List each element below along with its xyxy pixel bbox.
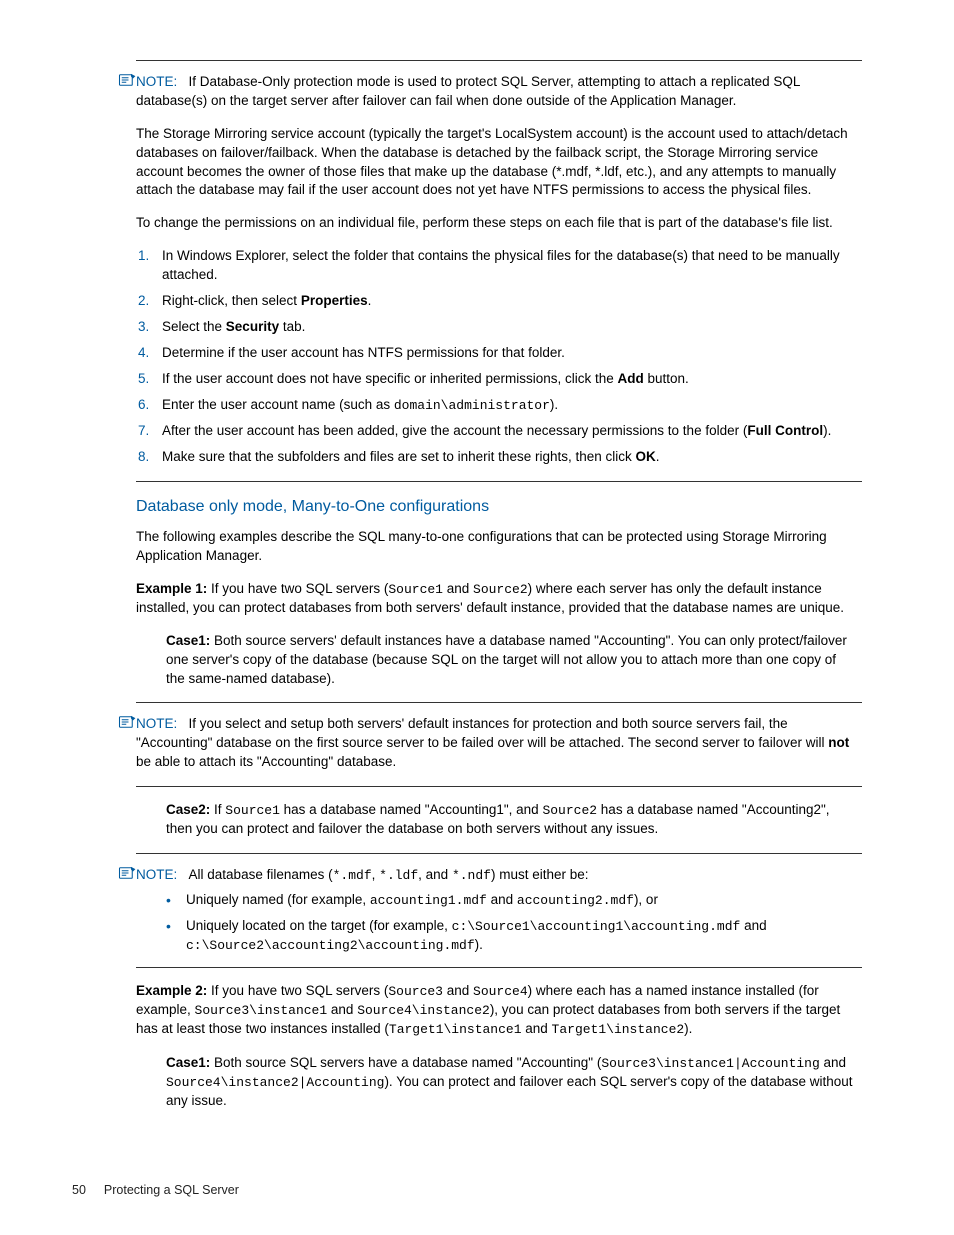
- section-heading: Database only mode, Many-to-One configur…: [136, 496, 862, 518]
- step-1: In Windows Explorer, select the folder t…: [158, 247, 862, 285]
- example2-case1: Case1: Both source SQL servers have a da…: [166, 1054, 858, 1111]
- step-4: Determine if the user account has NTFS p…: [158, 344, 862, 363]
- step-8: Make sure that the subfolders and files …: [158, 448, 862, 467]
- note1-p3: To change the permissions on an individu…: [136, 214, 862, 233]
- note-icon: [118, 73, 136, 87]
- note-icon: [118, 866, 136, 880]
- steps-list: In Windows Explorer, select the folder t…: [136, 247, 862, 466]
- example1-case1: Case1: Both source servers' default inst…: [166, 632, 858, 689]
- page-footer: 50 Protecting a SQL Server: [72, 1182, 239, 1200]
- section-intro: The following examples describe the SQL …: [136, 528, 862, 566]
- note-block-3: NOTE: All database filenames (*.mdf, *.l…: [136, 866, 862, 955]
- note-label: NOTE:: [136, 74, 177, 89]
- example-1: Example 1: If you have two SQL servers (…: [136, 580, 862, 618]
- bullet-unique-name: Uniquely named (for example, accounting1…: [182, 891, 862, 910]
- bullet-unique-location: Uniquely located on the target (for exam…: [182, 917, 862, 955]
- step-7: After the user account has been added, g…: [158, 422, 862, 441]
- note-label: NOTE:: [136, 867, 177, 882]
- step-3: Select the Security tab.: [158, 318, 862, 337]
- page-number: 50: [72, 1182, 86, 1200]
- step-6: Enter the user account name (such as dom…: [158, 396, 862, 415]
- note1-p2: The Storage Mirroring service account (t…: [136, 125, 862, 201]
- note-block-1: NOTE: If Database-Only protection mode i…: [136, 73, 862, 467]
- note3-bullets: Uniquely named (for example, accounting1…: [136, 891, 862, 955]
- footer-title: Protecting a SQL Server: [104, 1183, 239, 1197]
- note-icon: [118, 715, 136, 729]
- example1-case2: Case2: If Source1 has a database named "…: [166, 801, 858, 839]
- note-block-2: NOTE: If you select and setup both serve…: [136, 715, 862, 772]
- step-2: Right-click, then select Properties.: [158, 292, 862, 311]
- step-5: If the user account does not have specif…: [158, 370, 862, 389]
- note-label: NOTE:: [136, 716, 177, 731]
- note1-p1: If Database-Only protection mode is used…: [136, 74, 800, 108]
- example-2: Example 2: If you have two SQL servers (…: [136, 982, 862, 1040]
